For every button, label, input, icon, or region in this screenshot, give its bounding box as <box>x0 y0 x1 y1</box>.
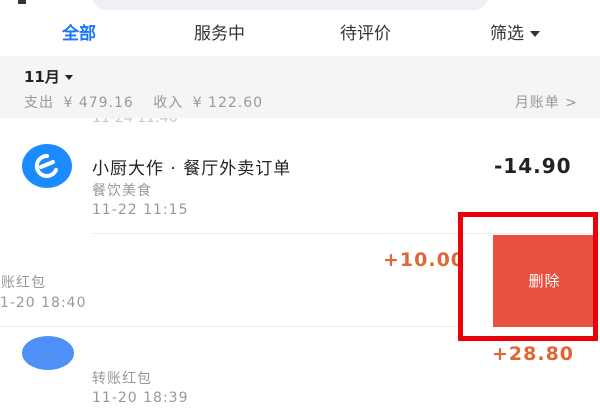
highlight-box <box>458 212 598 341</box>
tab-in-service[interactable]: 服务中 <box>194 18 245 50</box>
transaction-time: 11-20 18:39 <box>92 390 189 406</box>
transaction-category: 餐饮美食 <box>92 183 152 199</box>
caret-down-icon <box>530 31 540 37</box>
transaction-amount: -14.90 <box>494 154 572 178</box>
month-label: 11月 <box>24 68 60 86</box>
row-divider <box>0 326 458 327</box>
expense-amount: ¥ 479.16 <box>63 95 134 111</box>
tab-all-label: 全部 <box>62 24 96 44</box>
month-totals: 支出 ¥ 479.16 收入 ¥ 122.60 <box>24 92 267 112</box>
month-summary: 11月 支出 ¥ 479.16 收入 ¥ 122.60 月账单 > <box>0 56 600 118</box>
transaction-time: 11-20 18:40 <box>0 295 87 311</box>
month-selector[interactable]: 11月 <box>24 66 73 87</box>
tab-filter-label: 筛选 <box>490 24 524 44</box>
eleme-icon <box>22 144 72 188</box>
income-amount: ¥ 122.60 <box>192 95 264 111</box>
tab-to-review[interactable]: 待评价 <box>340 18 391 50</box>
caret-down-icon <box>64 75 73 80</box>
transaction-amount: +10.00 <box>383 249 466 271</box>
tab-bar: 全部 服务中 待评价 筛选 <box>0 18 600 54</box>
transaction-category: 转账红包 <box>92 371 152 387</box>
search-bar[interactable] <box>92 0 488 10</box>
transaction-title: 小厨大作 · 餐厅外卖订单 <box>92 159 292 179</box>
tab-in-service-label: 服务中 <box>194 24 245 44</box>
monthly-bill-link[interactable]: 月账单 > <box>515 92 578 112</box>
tab-filter[interactable]: 筛选 <box>490 18 540 50</box>
income-label: 收入 <box>153 95 184 111</box>
transaction-amount: +28.80 <box>492 343 575 365</box>
transaction-category: 转账红包 <box>0 275 46 291</box>
transaction-time: 11-22 11:15 <box>92 202 189 218</box>
tab-to-review-label: 待评价 <box>340 24 391 44</box>
avatar <box>22 336 74 370</box>
expense-label: 支出 <box>24 95 54 111</box>
tab-all[interactable]: 全部 <box>62 18 96 50</box>
back-icon[interactable] <box>18 0 26 4</box>
